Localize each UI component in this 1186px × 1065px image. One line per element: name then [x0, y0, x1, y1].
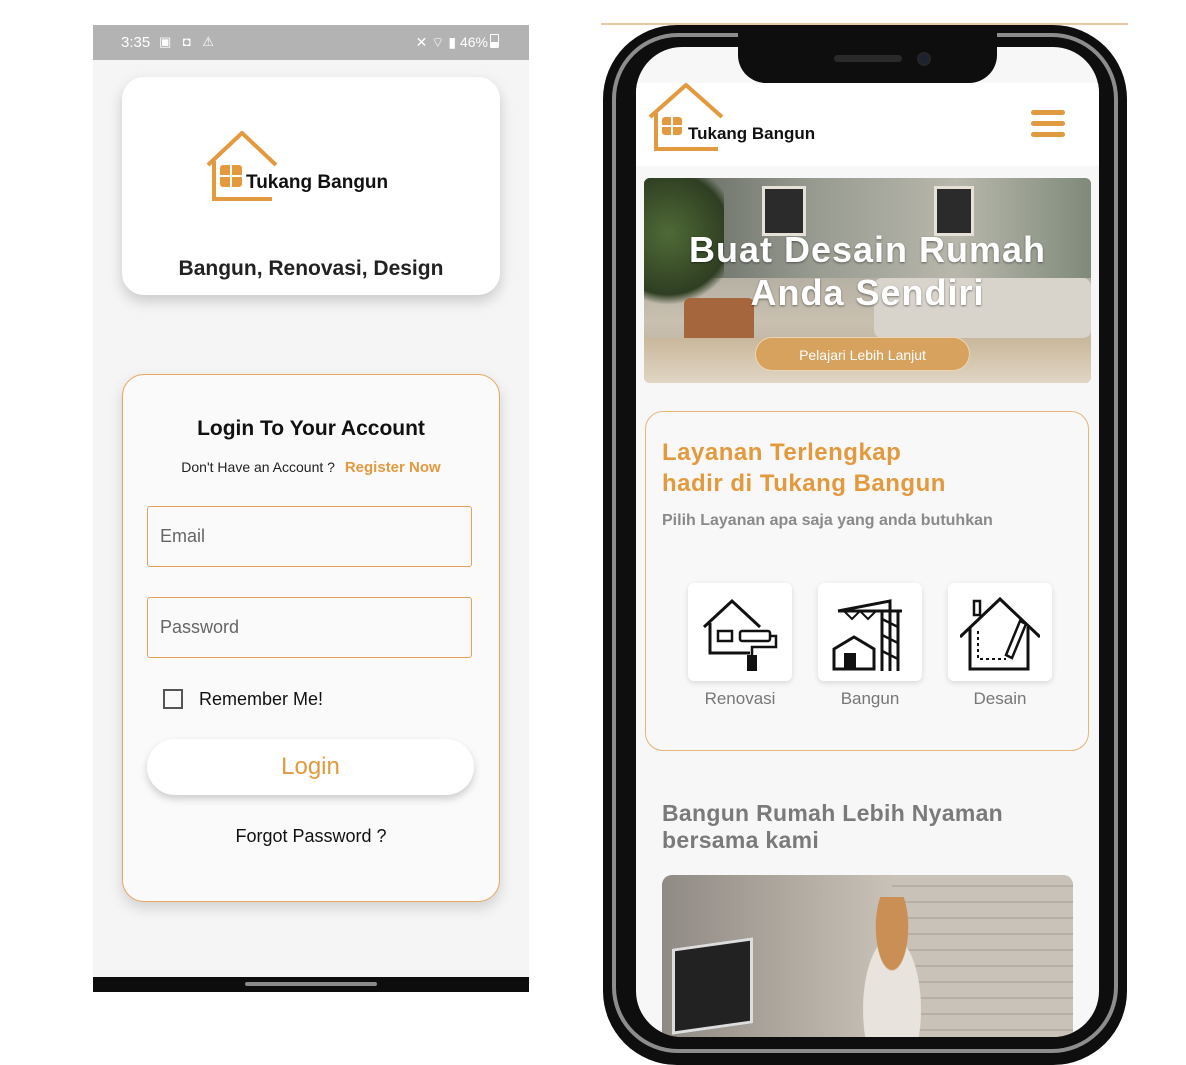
remember-me-label: Remember Me!: [199, 689, 324, 709]
service-desain[interactable]: Desain: [948, 583, 1052, 709]
front-camera: [917, 52, 931, 66]
service-label: Renovasi: [704, 689, 776, 708]
battery-percent: 46%: [459, 34, 488, 50]
mute-icon: ✕: [415, 34, 428, 50]
section-title-line2: bersama kami: [662, 827, 820, 853]
login-card: Login To Your Account Don't Have an Acco…: [122, 374, 500, 902]
remember-me-checkbox[interactable]: [163, 689, 183, 709]
hero-title-line2: Anda Sendiri: [750, 272, 985, 313]
service-tile[interactable]: [948, 583, 1052, 681]
website-screen: Tukang Bangun Buat Desain Rumah Anda Sen…: [636, 47, 1099, 1037]
status-time: 3:35: [121, 34, 151, 51]
status-bar: 3:35 ▣ ◘ ⚠ ✕ ⌔ ▮ 46%: [93, 25, 529, 60]
register-row: Don't Have an Account ? Register Now: [123, 459, 499, 476]
password-field[interactable]: [147, 597, 472, 658]
laptop-image: [672, 937, 753, 1035]
android-login-screen: 3:35 ▣ ◘ ⚠ ✕ ⌔ ▮ 46% Tukang Bangun Bangu…: [93, 25, 529, 992]
android-nav-bar: [93, 977, 529, 992]
house-paint-roller-icon: [702, 598, 778, 671]
hero-title: Buat Desain Rumah Anda Sendiri: [644, 228, 1091, 314]
signal-icon: ▮: [448, 34, 457, 50]
site-logo[interactable]: Tukang Bangun: [646, 83, 846, 155]
house-pencil-icon: [960, 596, 1040, 671]
services-card: Layanan Terlengkap hadir di Tukang Bangu…: [645, 411, 1089, 751]
service-renovasi[interactable]: Renovasi: [688, 583, 792, 709]
person-image: [847, 897, 937, 1037]
services-title-line2: hadir di Tukang Bangun: [662, 470, 946, 497]
service-tile[interactable]: [688, 583, 792, 681]
forgot-password-link[interactable]: Forgot Password ?: [123, 826, 499, 847]
no-account-text: Don't Have an Account ?: [181, 459, 335, 475]
hero-title-line1: Buat Desain Rumah: [688, 229, 1047, 270]
learn-more-button[interactable]: Pelajari Lebih Lanjut: [755, 337, 970, 371]
notification-icons: ▣ ◘ ⚠: [159, 34, 219, 49]
logo-text: Tukang Bangun: [246, 172, 388, 193]
logo-card: Tukang Bangun Bangun, Renovasi, Design: [122, 77, 500, 295]
login-button[interactable]: Login: [147, 739, 474, 795]
services-subtitle: Pilih Layanan apa saja yang anda butuhka…: [662, 512, 993, 529]
password-input[interactable]: [148, 598, 471, 657]
service-label: Bangun: [840, 689, 900, 708]
services-title: Layanan Terlengkap hadir di Tukang Bangu…: [662, 437, 946, 499]
hamburger-menu-icon[interactable]: [1031, 110, 1065, 138]
battery-icon: [490, 34, 499, 48]
services-title-line1: Layanan Terlengkap: [662, 439, 902, 466]
iphone-notch: [738, 25, 997, 83]
tukang-bangun-logo: Tukang Bangun: [206, 131, 388, 201]
tagline: Bangun, Renovasi, Design: [178, 257, 444, 280]
section-title: Bangun Rumah Lebih Nyaman bersama kami: [662, 800, 1003, 854]
status-right: ✕ ⌔ ▮ 46%: [416, 34, 499, 52]
designer-photo: [662, 875, 1073, 1037]
service-bangun[interactable]: Bangun: [818, 583, 922, 709]
email-field[interactable]: [147, 506, 472, 567]
register-link[interactable]: Register Now: [345, 459, 441, 476]
service-tile[interactable]: [818, 583, 922, 681]
home-gesture-pill[interactable]: [245, 982, 377, 986]
login-title: Login To Your Account: [197, 417, 425, 440]
service-label: Desain: [973, 689, 1027, 708]
site-logo-text: Tukang Bangun: [688, 124, 815, 143]
remember-me-row[interactable]: Remember Me!: [163, 689, 323, 710]
site-header: Tukang Bangun: [636, 83, 1099, 166]
construction-crane-icon: [832, 599, 902, 671]
wifi-icon: ⌔: [431, 34, 445, 50]
speaker-grille: [834, 55, 902, 62]
hero-banner: Buat Desain Rumah Anda Sendiri Pelajari …: [644, 178, 1091, 383]
email-input[interactable]: [148, 507, 471, 566]
section-title-line1: Bangun Rumah Lebih Nyaman: [662, 800, 1004, 826]
